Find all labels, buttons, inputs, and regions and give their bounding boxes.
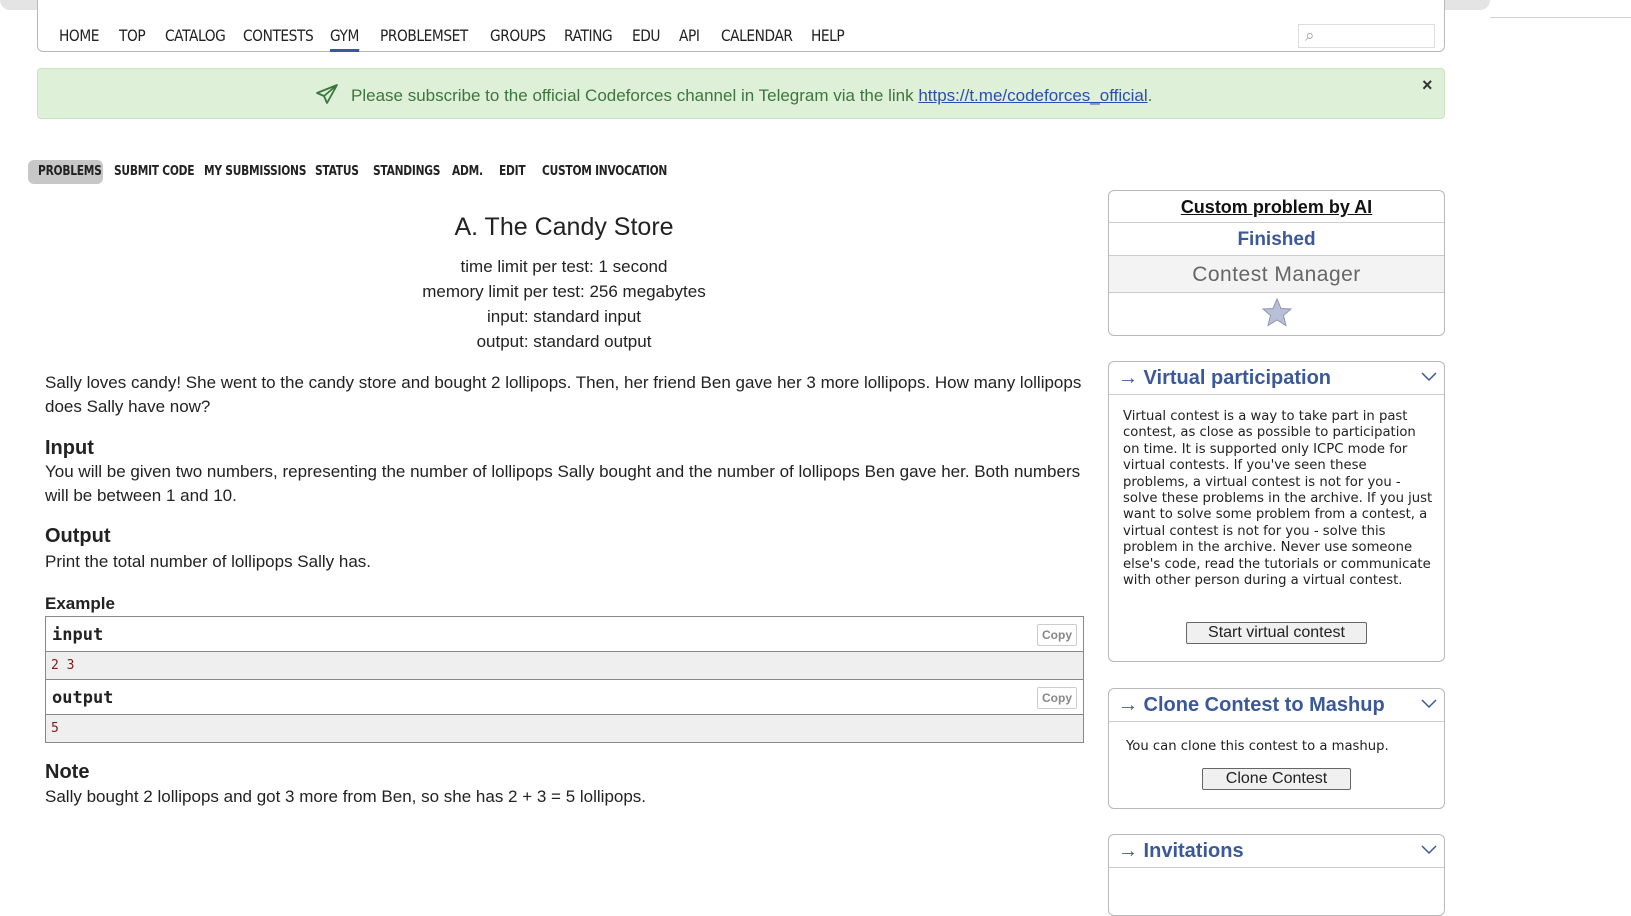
contest-info-box: Custom problem by AI Finished Contest Ma… [1108, 190, 1445, 336]
nav-edu[interactable]: EDU [632, 26, 660, 45]
example-input-value: 2 3 [51, 658, 75, 673]
chevron-down-icon[interactable] [1420, 696, 1438, 710]
tab-custom-invocation[interactable]: CUSTOM INVOCATION [542, 160, 667, 184]
telegram-link[interactable]: https://t.me/codeforces_official [918, 86, 1147, 105]
problem-title: A. The Candy Store [454, 213, 674, 241]
close-icon[interactable]: × [1422, 75, 1433, 96]
note-text: Sally bought 2 lollipops and got 3 more … [45, 787, 647, 806]
chevron-down-icon[interactable] [1420, 842, 1438, 856]
example-output-label: output [52, 688, 114, 708]
tab-submit-code[interactable]: SUBMIT CODE [114, 160, 195, 184]
note-section-title: Note [45, 761, 90, 783]
nav-rating[interactable]: RATING [564, 26, 613, 45]
clone-contest-box: → Clone Contest to Mashup You can clone … [1108, 688, 1445, 809]
clone-contest-button[interactable]: Clone Contest [1202, 768, 1351, 790]
nav-calendar[interactable]: CALENDAR [721, 26, 793, 45]
time-limit: time limit per test: 1 second [460, 257, 668, 276]
nav-groups[interactable]: GROUPS [490, 26, 546, 45]
tab-my-submissions[interactable]: MY SUBMISSIONS [204, 160, 306, 184]
nav-top[interactable]: TOP [119, 26, 146, 45]
input-section-title: Input [45, 437, 94, 459]
nav-gym[interactable]: GYM [330, 26, 359, 52]
main-menu: HOME TOP CATALOG CONTESTS GYM PROBLEMSET… [37, 0, 1445, 52]
example-output-box: output Copy 5 [45, 680, 1084, 743]
virtual-participation-text: Virtual contest is a way to take part in… [1123, 409, 1433, 589]
paper-plane-icon [316, 84, 338, 104]
contest-manager-label: Contest Manager [1192, 263, 1361, 286]
contest-name-link[interactable]: Custom problem by AI [1109, 197, 1444, 218]
example-input-label: input [52, 625, 104, 645]
nav-home[interactable]: HOME [59, 26, 99, 45]
chevron-down-icon[interactable] [1420, 369, 1438, 383]
divider [1490, 17, 1631, 18]
tab-standings[interactable]: STANDINGS [373, 160, 440, 184]
search-icon: ⌕ [1305, 26, 1315, 45]
virtual-participation-box: → Virtual participation Virtual contest … [1108, 361, 1445, 662]
invitations-box: → Invitations [1108, 834, 1445, 916]
output-specification: Print the total number of lollipops Sall… [45, 552, 372, 571]
problem-statement: Sally loves candy! She went to the candy… [45, 373, 1082, 416]
example-title: Example [45, 594, 115, 613]
alert-suffix: . [1147, 86, 1153, 105]
start-virtual-contest-button[interactable]: Start virtual contest [1186, 622, 1367, 644]
clone-contest-title: → Clone Contest to Mashup [1118, 694, 1385, 716]
contest-status: Finished [1237, 229, 1316, 250]
input-specification: You will be given two numbers, represent… [45, 462, 1081, 505]
nav-problemset[interactable]: PROBLEMSET [380, 26, 468, 45]
copy-input-button[interactable]: Copy [1037, 624, 1077, 646]
copy-output-button[interactable]: Copy [1037, 687, 1077, 709]
nav-help[interactable]: HELP [811, 26, 845, 45]
tab-adm[interactable]: ADM. [452, 160, 483, 184]
search-input[interactable]: ⌕ [1298, 24, 1435, 48]
output-file: output: standard output [476, 332, 652, 351]
nav-catalog[interactable]: CATALOG [165, 26, 226, 45]
nav-api[interactable]: API [679, 26, 700, 45]
alert-text: Please subscribe to the official Codefor… [351, 86, 919, 105]
virtual-participation-title: → Virtual participation [1118, 367, 1331, 389]
invitations-title: → Invitations [1118, 840, 1244, 862]
memory-limit: memory limit per test: 256 megabytes [422, 282, 706, 301]
tab-edit[interactable]: EDIT [499, 160, 526, 184]
input-file: input: standard input [486, 307, 642, 326]
tab-status[interactable]: STATUS [315, 160, 359, 184]
alert-message: Please subscribe to the official Codefor… [351, 86, 1152, 106]
star-icon[interactable] [1262, 298, 1292, 327]
example-output-value: 5 [51, 721, 59, 736]
example-input-box: input Copy 2 3 [45, 616, 1084, 680]
tab-problems[interactable]: PROBLEMS [38, 160, 102, 184]
telegram-alert: Please subscribe to the official Codefor… [37, 68, 1445, 119]
nav-contests[interactable]: CONTESTS [243, 26, 314, 45]
output-section-title: Output [45, 525, 111, 547]
clone-contest-text: You can clone this contest to a mashup. [1126, 739, 1389, 754]
